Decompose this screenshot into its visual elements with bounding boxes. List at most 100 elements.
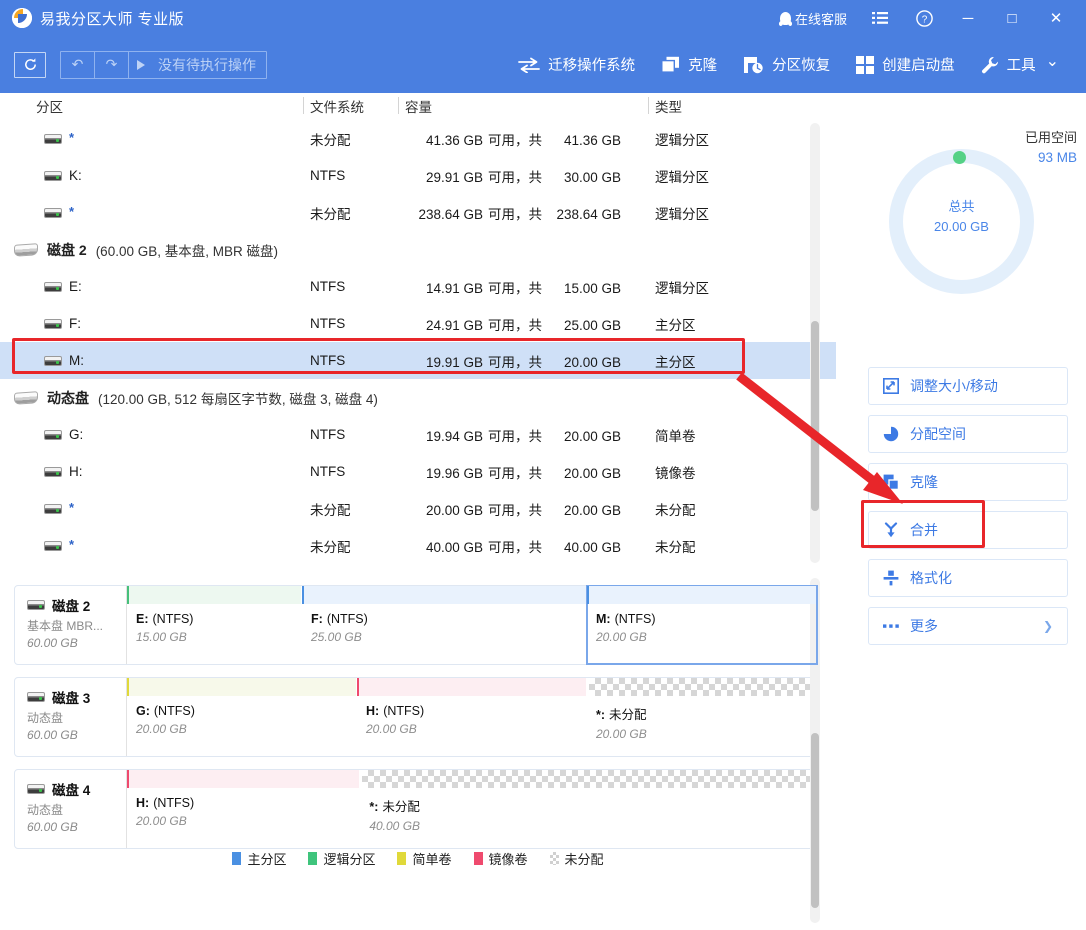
capacity-total: 30.00 GB — [549, 170, 621, 185]
side-action-clone[interactable]: 克隆 — [868, 463, 1068, 501]
partition-filesystem: NTFS — [310, 464, 405, 479]
partition-capacity: 40.00 GB可用，共40.00 GB — [405, 536, 655, 556]
partition-row[interactable]: K:NTFS29.91 GB可用，共30.00 GB逻辑分区 — [0, 157, 836, 194]
disk-map-partition-block[interactable]: M:(NTFS)20.00 GB — [587, 586, 817, 664]
table-scrollbar-thumb[interactable] — [811, 321, 819, 511]
disk-map-partitions: H:(NTFS)20.00 GB*:未分配40.00 GB — [127, 770, 817, 848]
column-header-filesystem[interactable]: 文件系统 — [310, 96, 405, 116]
legend-label: 逻辑分区 — [323, 849, 375, 868]
disk-icon — [27, 600, 45, 610]
toolbar-tools[interactable]: 工具 ⌄ — [968, 45, 1072, 85]
partition-block-fs: (NTFS) — [153, 796, 194, 810]
partition-type: 主分区 — [655, 351, 815, 371]
legend-swatch — [550, 852, 559, 865]
partition-block-letter: E: — [136, 612, 149, 626]
disk-map-partition-block[interactable]: E:(NTFS)15.00 GB — [127, 586, 302, 664]
question-mark-icon[interactable]: ? — [902, 0, 946, 36]
column-header-partition[interactable]: 分区 — [0, 96, 310, 116]
format-icon — [883, 570, 899, 586]
partition-name: M: — [69, 353, 84, 368]
disk-map-partition-block[interactable]: F:(NTFS)25.00 GB — [302, 586, 587, 664]
partition-block-letter: G: — [136, 704, 150, 718]
disk-map-partition-block[interactable]: *:未分配20.00 GB — [587, 678, 817, 756]
disk-group-meta: (120.00 GB, 512 每扇区字节数, 磁盘 3, 磁盘 4) — [98, 388, 378, 408]
left-pane: 分区 文件系统 容量 类型 *未分配41.36 GB可用，共41.36 GB逻辑… — [0, 93, 836, 876]
disk-map-partition-block[interactable]: *:未分配40.00 GB — [360, 770, 817, 848]
main-body: 分区 文件系统 容量 类型 *未分配41.36 GB可用，共41.36 GB逻辑… — [0, 93, 1086, 876]
list-menu-icon[interactable] — [858, 0, 902, 36]
disk-map-partition-block[interactable]: G:(NTFS)20.00 GB — [127, 678, 357, 756]
column-header-capacity[interactable]: 容量 — [405, 96, 655, 116]
disk-map-card[interactable]: 磁盘 4 动态盘60.00 GBH:(NTFS)20.00 GB*:未分配40.0… — [14, 769, 818, 849]
side-action-allocate-space[interactable]: 分配空间 — [868, 415, 1068, 453]
partition-table-body[interactable]: *未分配41.36 GB可用，共41.36 GB逻辑分区K:NTFS29.91 … — [0, 120, 836, 565]
disk-group-header[interactable]: 磁盘 2(60.00 GB, 基本盘, MBR 磁盘) — [0, 231, 836, 268]
legend-swatch — [232, 852, 241, 865]
undo-redo-group: ↶ ↷ 没有待执行操作 — [60, 51, 267, 79]
partition-filesystem: NTFS — [310, 168, 405, 183]
partition-row[interactable]: *未分配41.36 GB可用，共41.36 GB逻辑分区 — [0, 120, 836, 157]
side-action-merge[interactable]: 合并 — [868, 511, 1068, 549]
legend-label: 镜像卷 — [489, 849, 528, 868]
minimize-icon[interactable]: ─ — [946, 0, 990, 36]
disk-map-title: 磁盘 2 — [52, 595, 90, 615]
disk-map-card[interactable]: 磁盘 3动态盘60.00 GBG:(NTFS)20.00 GBH:(NTFS)2… — [14, 677, 818, 757]
disk-map-partition-block[interactable]: H:(NTFS)20.00 GB — [127, 770, 360, 848]
refresh-button[interactable] — [14, 52, 46, 78]
used-space-label: 已用空间 93 MB — [1025, 129, 1077, 167]
online-support-button[interactable]: 在线客服 — [769, 0, 858, 36]
partition-row[interactable]: H:NTFS19.96 GB可用，共20.00 GB镜像卷 — [0, 453, 836, 490]
partition-type: 镜像卷 — [655, 462, 815, 482]
partition-row[interactable]: M:NTFS19.91 GB可用，共20.00 GB主分区 — [0, 342, 836, 379]
partition-legend: 主分区逻辑分区简单卷镜像卷未分配 — [0, 849, 836, 868]
side-action-more-dots[interactable]: 更多❯ — [868, 607, 1068, 645]
table-scrollbar[interactable] — [810, 123, 820, 563]
undo-button[interactable]: ↶ — [61, 52, 95, 78]
capacity-free: 14.91 GB — [405, 281, 483, 296]
partition-row[interactable]: E:NTFS14.91 GB可用，共15.00 GB逻辑分区 — [0, 268, 836, 305]
partition-filesystem: 未分配 — [310, 499, 405, 519]
legend-item: 简单卷 — [397, 849, 451, 868]
partition-name: * — [69, 537, 74, 552]
partition-row[interactable]: *未分配20.00 GB可用，共20.00 GB未分配 — [0, 490, 836, 527]
toolbar-migrate-os[interactable]: 迁移操作系统 — [505, 45, 648, 85]
partition-row[interactable]: F:NTFS24.91 GB可用，共25.00 GB主分区 — [0, 305, 836, 342]
side-action-format[interactable]: 格式化 — [868, 559, 1068, 597]
partition-row[interactable]: *未分配40.00 GB可用，共40.00 GB未分配 — [0, 527, 836, 564]
toolbar-tools-label: 工具 — [1007, 54, 1036, 75]
partition-capacity: 20.00 GB可用，共20.00 GB — [405, 499, 655, 519]
close-icon[interactable]: ✕ — [1034, 0, 1078, 36]
redo-button[interactable]: ↷ — [95, 52, 129, 78]
disk-group-title: 磁盘 2 — [47, 240, 87, 260]
partition-type: 逻辑分区 — [655, 203, 815, 223]
partition-usage-bar — [127, 678, 356, 696]
disk-map-partition-block[interactable]: H:(NTFS)20.00 GB — [357, 678, 587, 756]
toolbar-create-boot-disk[interactable]: 创建启动盘 — [843, 45, 968, 85]
capacity-separator: 可用，共 — [483, 314, 549, 334]
disk-map-subinfo: 动态盘60.00 GB — [27, 802, 126, 837]
maximize-icon[interactable]: □ — [990, 0, 1034, 36]
toolbar-clone[interactable]: 克隆 — [648, 45, 730, 85]
disk-map-scrollbar-thumb[interactable] — [811, 733, 819, 908]
capacity-free: 41.36 GB — [405, 133, 483, 148]
apply-pending-button[interactable]: 没有待执行操作 — [129, 52, 266, 78]
partition-type: 未分配 — [655, 499, 815, 519]
toolbar-partition-recovery[interactable]: 分区恢复 — [730, 45, 843, 85]
qq-penguin-icon — [780, 12, 791, 25]
disk-group-title: 动态盘 — [47, 388, 89, 408]
partition-row[interactable]: *未分配238.64 GB可用，共238.64 GB逻辑分区 — [0, 194, 836, 231]
column-header-type[interactable]: 类型 — [655, 96, 815, 116]
partition-name: E: — [69, 279, 82, 294]
disk-map-title-row: 磁盘 4 — [27, 779, 126, 799]
partition-name: F: — [69, 316, 81, 331]
partition-row[interactable]: G:NTFS19.94 GB可用，共20.00 GB简单卷 — [0, 416, 836, 453]
side-action-resize-move[interactable]: 调整大小/移动 — [868, 367, 1068, 405]
side-action-label: 调整大小/移动 — [910, 376, 998, 396]
partition-block-size: 15.00 GB — [136, 630, 301, 644]
disk-group-header[interactable]: 动态盘 (120.00 GB, 512 每扇区字节数, 磁盘 3, 磁盘 4) — [0, 379, 836, 416]
disk-map-area[interactable]: 磁盘 2基本盘 MBR...60.00 GBE:(NTFS)15.00 GBF:… — [0, 573, 836, 930]
disk-map-card[interactable]: 磁盘 2基本盘 MBR...60.00 GBE:(NTFS)15.00 GBF:… — [14, 585, 818, 665]
toolbar-create-boot-disk-label: 创建启动盘 — [882, 54, 955, 75]
disk-map-type: 动态盘 — [27, 710, 126, 727]
chevron-right-icon: ❯ — [1043, 619, 1053, 633]
